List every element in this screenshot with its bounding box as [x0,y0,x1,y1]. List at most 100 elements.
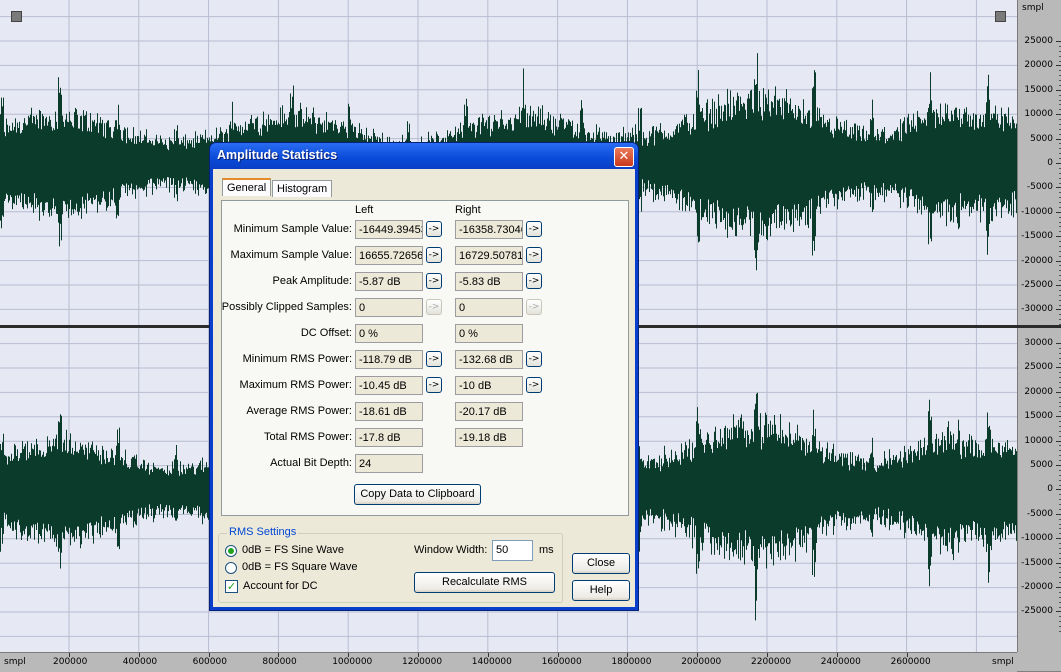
sine-wave-radio[interactable] [225,545,237,557]
amplitude-ruler-left: smpl 25000 20000 15000 10000 5000 0 -5000 -1000… [1017,0,1061,330]
ruler-tick [1056,187,1061,189]
stat-right-value: -10 dB [455,376,523,395]
amplitude-ruler-right: 30000 25000 20000 15000 10000 5000 0 -5000 -1000… [1017,328,1061,652]
time-tick [906,653,908,657]
sine-wave-label[interactable]: 0dB = FS Sine Wave [242,544,344,556]
ruler-tick [1056,391,1061,393]
tab-histogram[interactable]: Histogram [272,180,333,197]
ruler-corner [1017,652,1061,671]
ruler-divider [1017,325,1061,328]
ruler-tick-label: -5000 [1026,182,1053,193]
ruler-tick [1056,309,1061,311]
ruler-tick-label: -10000 [1021,206,1053,217]
copy-data-button[interactable]: Copy Data to Clipboard [354,484,481,505]
close-x-icon[interactable]: ✕ [614,147,634,167]
ruler-tick-label: 10000 [1024,435,1053,446]
goto-right-arrow-icon[interactable]: -> [526,221,542,237]
goto-left-arrow-icon[interactable]: -> [426,377,442,393]
ruler-tick [1056,163,1061,164]
square-wave-radio[interactable] [225,562,237,574]
ruler-tick-label: 15000 [1024,84,1053,95]
ruler-tick-label: 20000 [1024,60,1053,71]
time-tick-label: 400000 [122,657,158,667]
rms-settings-group: RMS Settings 0dB = FS Sine Wave 0dB = FS… [218,526,563,603]
time-tick-label: 2600000 [890,657,931,667]
goto-left-arrow-icon[interactable]: -> [426,273,442,289]
account-dc-label[interactable]: Account for DC [243,580,318,592]
ruler-tick [1056,367,1061,369]
ruler-tick-label: 5000 [1030,460,1053,470]
time-tick-label: 800000 [262,657,297,667]
amplitude-statistics-dialog: Amplitude Statistics ✕ General Histogram… [210,143,638,610]
ruler-tick [1056,211,1061,213]
ruler-tick [1056,285,1061,286]
time-unit-right: smpl [992,657,1014,667]
stat-left-value: 16655.72656 [355,246,423,265]
stat-label: Maximum Sample Value: [230,249,352,261]
column-header-right: Right [455,204,481,216]
goto-right-arrow-icon[interactable]: -> [526,377,542,393]
ruler-tick-label: -25000 [1021,280,1053,290]
ruler-tick-label: -25000 [1021,606,1053,617]
stat-left-value: -17.8 dB [355,428,423,447]
goto-left-arrow-icon[interactable]: -> [426,247,442,263]
ruler-tick [1056,236,1061,238]
stat-left-value: 0 [355,298,423,317]
goto-right-arrow-icon[interactable]: -> [526,247,542,263]
time-tick-label: 2200000 [751,657,792,667]
time-tick [138,653,140,657]
time-tick [278,653,280,657]
ruler-tick-label: -15000 [1021,231,1053,242]
recalculate-rms-button[interactable]: Recalculate RMS [414,572,555,593]
time-unit-left: smpl [4,657,26,667]
ruler-tick [1056,114,1061,116]
dialog-title: Amplitude Statistics [217,148,338,162]
goto-right-arrow-icon[interactable]: -> [526,351,542,367]
close-button[interactable]: Close [572,553,630,574]
square-wave-label[interactable]: 0dB = FS Square Wave [242,561,357,573]
zoom-handle-right-icon[interactable] [995,11,1006,22]
stat-label: Peak Amplitude: [272,275,353,287]
rms-settings-title: RMS Settings [227,526,299,538]
stat-left-value: -10.45 dB [355,376,423,395]
account-dc-checkbox[interactable]: ✓ [225,580,238,593]
time-tick-label: 1600000 [541,657,582,667]
stat-label: DC Offset: [300,327,352,339]
ruler-tick-label: -30000 [1021,304,1053,315]
goto-right-arrow-icon[interactable]: -> [526,273,542,289]
time-tick [836,653,838,657]
time-ruler[interactable]: smpl smpl 200000 400000 600000 800000 100000… [0,652,1017,672]
ruler-tick [1056,138,1061,140]
ruler-tick [1056,343,1061,344]
goto-left-arrow-icon[interactable]: -> [426,299,442,315]
ruler-tick-label: 0 [1047,484,1053,495]
stat-left-value: 24 [355,454,423,473]
time-tick [627,653,629,657]
window-width-unit: ms [539,544,554,556]
tab-general[interactable]: General [222,178,272,196]
goto-left-arrow-icon[interactable]: -> [426,351,442,367]
stat-left-value: -18.61 dB [355,402,423,421]
goto-left-arrow-icon[interactable]: -> [426,221,442,237]
stat-left-value: -118.79 dB [355,350,423,369]
time-tick-label: 2000000 [681,657,722,667]
goto-right-arrow-icon[interactable]: -> [526,299,542,315]
stat-right-value: 16729.50781 [455,246,523,265]
window-width-input[interactable]: 50 [492,540,533,561]
ruler-tick [1056,538,1061,540]
time-tick [69,653,70,657]
stat-left-value: -16449.39453 [355,220,423,239]
ruler-tick-label: -15000 [1021,557,1053,568]
dialog-titlebar[interactable]: Amplitude Statistics ✕ [210,143,638,169]
time-tick-label: 200000 [53,657,88,667]
stat-left-value: -5.87 dB [355,272,423,291]
help-button[interactable]: Help [572,580,630,601]
zoom-handle-left-icon[interactable] [11,11,22,22]
time-tick [557,653,559,657]
time-tick [208,653,210,657]
ruler-tick-label: 20000 [1024,386,1053,397]
ruler-tick-label: -10000 [1021,533,1053,544]
stat-right-value: -5.83 dB [455,272,523,291]
time-tick [348,653,350,657]
stat-right-value: -16358.73046 [455,220,523,239]
